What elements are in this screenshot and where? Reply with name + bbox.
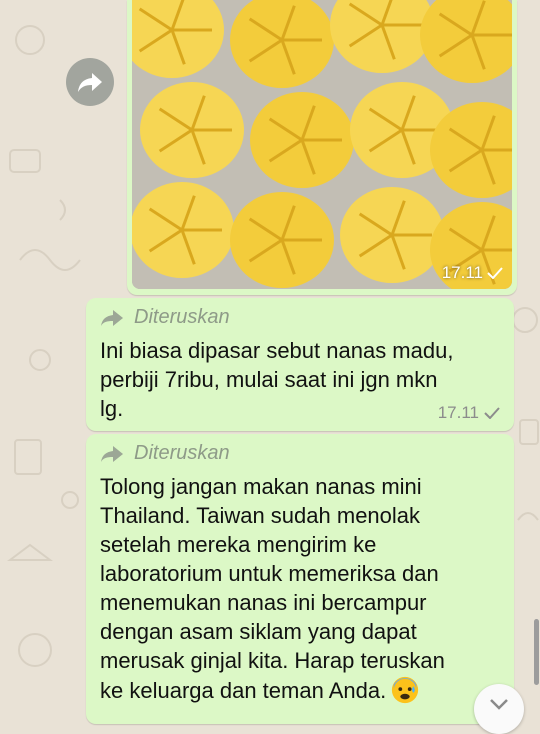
message-text-container: Tolong jangan makan nanas mini Thailand.… bbox=[100, 472, 500, 705]
forward-arrow-icon bbox=[78, 73, 102, 92]
sent-check-icon bbox=[487, 267, 503, 279]
forward-button[interactable] bbox=[66, 58, 114, 106]
image-time-text: 17.11 bbox=[441, 263, 483, 282]
message-time: 17.11 bbox=[438, 403, 500, 423]
image-message-bubble[interactable]: 17.11 bbox=[127, 0, 517, 295]
scrollbar[interactable] bbox=[534, 619, 539, 685]
forwarded-indicator: Diteruskan bbox=[100, 442, 230, 465]
forwarded-message-2[interactable]: Diteruskan Tolong jangan makan nanas min… bbox=[86, 434, 514, 724]
scroll-down-button[interactable] bbox=[474, 684, 524, 734]
forwarded-indicator: Diteruskan bbox=[100, 306, 230, 329]
forwarded-arrow-icon bbox=[101, 445, 123, 462]
anxious-face-emoji-icon bbox=[392, 676, 419, 704]
forwarded-message-1[interactable]: Diteruskan Ini biasa dipasar sebut nanas… bbox=[86, 298, 514, 431]
forwarded-arrow-icon bbox=[101, 309, 123, 326]
pineapple-photo[interactable] bbox=[132, 0, 512, 289]
message-text: Tolong jangan makan nanas mini Thailand.… bbox=[100, 474, 445, 703]
chevron-down-icon bbox=[490, 699, 508, 710]
image-message-time: 17.11 bbox=[442, 263, 503, 283]
sent-check-icon bbox=[484, 407, 500, 419]
forwarded-label: Diteruskan bbox=[134, 306, 230, 328]
forwarded-label: Diteruskan bbox=[134, 442, 230, 464]
message-time-text: 17.11 bbox=[437, 403, 479, 422]
